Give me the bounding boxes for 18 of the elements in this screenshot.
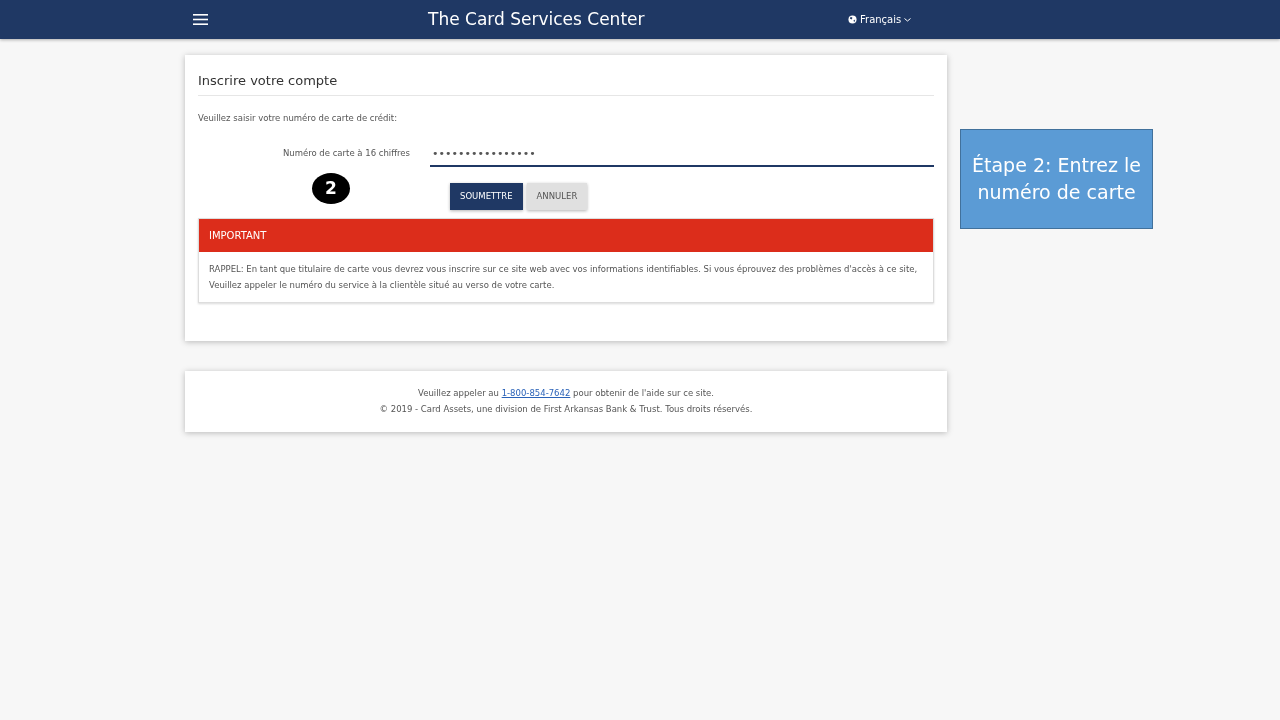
step-marker: 2 — [312, 173, 350, 204]
callout-note: Étape 2: Entrez le numéro de carte — [960, 129, 1153, 229]
card-title: Inscrire votre compte — [198, 71, 934, 96]
footer-help-text: Veuillez appeler au 1-800-854-7642 pour obtenir de l'aide sur ce site. — [417, 386, 715, 400]
language-dropdown[interactable]: Français — [848, 12, 912, 27]
cancel-button[interactable]: ANNULER — [526, 182, 588, 210]
phone-link[interactable]: 1-800-854-7642 — [501, 387, 571, 398]
menu-icon[interactable] — [193, 14, 208, 25]
globe-icon — [848, 15, 857, 24]
instruction-text: Veuillez saisir votre numéro de carte de crédit: — [198, 111, 398, 125]
alert-text: RAPPEL: En tant que titulaire de carte vous devrez vous inscrire sur ce site web avec vos informations identifiables. Si vous éprouvez des problèmes d'accès à ce site, Veuillez appeler le numéro du service à la clientèle situé au verso de votre carte. — [208, 262, 919, 292]
site-title: The Card Services Center — [428, 8, 645, 29]
field-label: Numéro de carte à 16 chiffres — [281, 147, 411, 160]
alert-title: IMPORTANT — [199, 218, 933, 252]
submit-button[interactable]: SOUMETTRE — [450, 182, 523, 210]
caret-icon — [904, 17, 912, 22]
card-number-field[interactable]: •••••••••••••••• — [430, 146, 934, 167]
copyright-text: © 2019 - Card Assets, une division de First Arkansas Bank & Trust. Tous droits réservés. — [378, 402, 754, 416]
